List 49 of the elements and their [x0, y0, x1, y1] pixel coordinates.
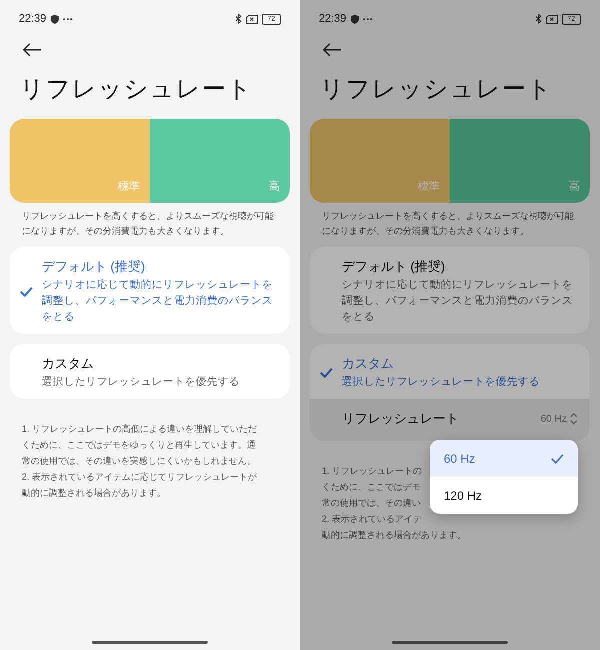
note-text: 常の使用では、その違いを実感しにくいかもしれません。	[22, 455, 256, 468]
clock: 22:39	[319, 13, 347, 25]
more-icon	[362, 18, 373, 20]
option-title: デフォルト (推奨)	[342, 258, 446, 276]
option-card[interactable]: カスタム 選択したリフレッシュレートを優先する リフレッシュレート 60 Hz	[310, 344, 590, 441]
shield-icon	[350, 14, 359, 24]
option-subtitle: 選択したリフレッシュレートを優先する	[342, 375, 540, 390]
sim-icon	[246, 14, 258, 24]
clock: 22:39	[19, 13, 47, 25]
option-card[interactable]: デフォルト (推奨) シナリオに応じて動的にリフレッシュレートを調整し、パフォーマンスと電力消費のバランスをとる	[310, 247, 590, 334]
note-text: 動的に調整される場合があります。	[322, 529, 466, 542]
refresh-rate-row[interactable]: リフレッシュレート 60 Hz	[310, 399, 590, 441]
page-title: リフレッシュレート	[20, 75, 254, 105]
preview-label: 標準	[118, 180, 140, 194]
note-text: 1. リフレッシュレートの	[322, 465, 422, 478]
note-text: くために、ここではデモ	[322, 481, 421, 494]
note-text: 1. リフレッシュレートの高低による違いを理解していただ	[22, 423, 258, 436]
menu-item[interactable]: 120 Hz	[430, 477, 578, 514]
option-card[interactable]: カスタム 選択したリフレッシュレートを優先する	[10, 344, 290, 399]
check-icon	[551, 454, 564, 464]
note-text: 2. 表示されているアイテムに応じてリフレッシュレートが	[22, 471, 258, 484]
option-title: カスタム	[342, 355, 395, 373]
option-title: カスタム	[42, 355, 95, 373]
preview-label: 高	[269, 180, 280, 194]
setting-label: リフレッシュレート	[342, 410, 460, 428]
back-icon[interactable]	[22, 43, 42, 57]
option-subtitle: シナリオに応じて動的にリフレッシュレートを調整し、パフォーマンスと電力消費のバランスをとる	[42, 278, 274, 325]
preview-label: 標準	[418, 180, 440, 194]
more-icon	[62, 18, 73, 20]
menu-item[interactable]: 60 Hz	[430, 440, 578, 477]
option-title: デフォルト (推奨)	[42, 258, 146, 276]
shield-icon	[50, 14, 59, 24]
bluetooth-icon	[536, 14, 542, 24]
option-card[interactable]: デフォルト (推奨) シナリオに応じて動的にリフレッシュレートを調整し、パフォーマンスと電力消費のバランスをとる	[10, 247, 290, 334]
back-icon[interactable]	[322, 43, 342, 57]
note-text: くために、ここではデモをゆっくりと再生しています。通	[22, 439, 256, 452]
option-subtitle: 選択したリフレッシュレートを優先する	[42, 375, 240, 390]
preview-label: 高	[569, 180, 580, 194]
description-text: リフレッシュレートを高くすると、よりスムーズな視聴が可能になりますが、その分消費電力も大きくなります。	[322, 210, 575, 238]
option-subtitle: シナリオに応じて動的にリフレッシュレートを調整し、パフォーマンスと電力消費のバランスをとる	[342, 278, 574, 325]
note-text: 動的に調整される場合があります。	[22, 487, 166, 500]
note-text: 2. 表示されているアイテ	[322, 513, 422, 526]
up-down-icon	[570, 413, 578, 425]
sim-icon	[546, 14, 558, 24]
note-text: 常の使用では、その違い	[322, 497, 421, 510]
description-text: リフレッシュレートを高くすると、よりスムーズな視聴が可能になりますが、その分消費電力も大きくなります。	[22, 210, 275, 238]
page-title: リフレッシュレート	[320, 75, 554, 105]
setting-value: 60 Hz	[540, 414, 567, 424]
bluetooth-icon	[236, 14, 242, 24]
